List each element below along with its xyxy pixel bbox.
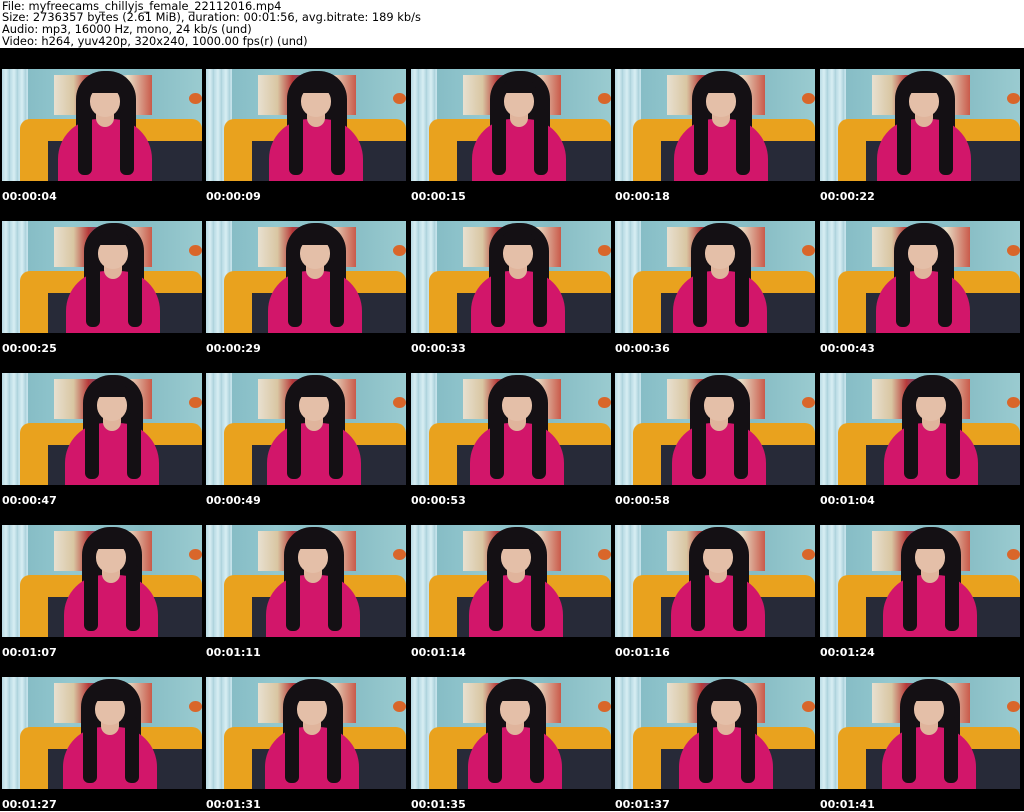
video-frame-thumbnail	[206, 221, 406, 333]
frame-timestamp: 00:01:35	[411, 798, 466, 811]
thumbnail-cell: 00:01:24	[818, 504, 1023, 659]
thumbnail-cell: 00:00:15	[409, 48, 614, 203]
video-frame-thumbnail	[411, 221, 611, 333]
video-frame-thumbnail	[2, 677, 202, 789]
thumbnail-cell: 00:00:49	[204, 352, 409, 507]
frame-timestamp: 00:01:41	[820, 798, 875, 811]
video-frame-thumbnail	[820, 221, 1020, 333]
thumbnail-cell: 00:00:36	[613, 200, 818, 355]
thumbnail-cell: 00:01:37	[613, 656, 818, 811]
thumbnail-cell: 00:01:04	[818, 352, 1023, 507]
thumbnail-cell: 00:01:41	[818, 656, 1023, 811]
video-frame-thumbnail	[820, 525, 1020, 637]
video-frame-thumbnail	[615, 525, 815, 637]
video-frame-thumbnail	[615, 221, 815, 333]
thumbnail-cell: 00:00:58	[613, 352, 818, 507]
video-frame-thumbnail	[206, 525, 406, 637]
video-frame-thumbnail	[206, 677, 406, 789]
video-frame-thumbnail	[820, 69, 1020, 181]
video-frame-thumbnail	[2, 525, 202, 637]
thumbnail-cell: 00:01:16	[613, 504, 818, 659]
video-frame-thumbnail	[411, 373, 611, 485]
video-frame-thumbnail	[615, 677, 815, 789]
video-frame-thumbnail	[411, 525, 611, 637]
thumbnail-cell: 00:00:29	[204, 200, 409, 355]
thumbnail-cell: 00:00:33	[409, 200, 614, 355]
video-frame-thumbnail	[2, 221, 202, 333]
frame-timestamp: 00:01:27	[2, 798, 57, 811]
video-frame-thumbnail	[2, 373, 202, 485]
thumbnail-cell: 00:01:14	[409, 504, 614, 659]
thumbnail-cell: 00:01:35	[409, 656, 614, 811]
thumbnail-cell: 00:00:25	[0, 200, 205, 355]
video-frame-thumbnail	[2, 69, 202, 181]
thumbnail-cell: 00:01:11	[204, 504, 409, 659]
metadata-header: File: myfreecams_chillyjs_female_2211201…	[0, 0, 1024, 48]
video-frame-thumbnail	[615, 373, 815, 485]
video-frame-thumbnail	[820, 373, 1020, 485]
frame-timestamp: 00:01:37	[615, 798, 670, 811]
thumbnail-cell: 00:01:27	[0, 656, 205, 811]
thumbnail-cell: 00:00:53	[409, 352, 614, 507]
thumbnail-cell: 00:00:47	[0, 352, 205, 507]
frame-timestamp: 00:01:31	[206, 798, 261, 811]
thumbnail-cell: 00:00:22	[818, 48, 1023, 203]
video-frame-thumbnail	[615, 69, 815, 181]
video-frame-thumbnail	[820, 677, 1020, 789]
video-frame-thumbnail	[411, 69, 611, 181]
video-frame-thumbnail	[411, 677, 611, 789]
thumbnail-cell: 00:01:31	[204, 656, 409, 811]
thumbnail-cell: 00:00:09	[204, 48, 409, 203]
thumbnail-cell: 00:00:04	[0, 48, 205, 203]
video-info-line: Video: h264, yuv420p, 320x240, 1000.00 f…	[2, 34, 308, 48]
video-frame-thumbnail	[206, 69, 406, 181]
thumbnail-cell: 00:00:18	[613, 48, 818, 203]
video-frame-thumbnail	[206, 373, 406, 485]
thumbnail-grid: 00:00:04 00:00:09 00:00:15 00:00:18 00:00:22…	[0, 48, 1024, 811]
thumbnail-cell: 00:01:07	[0, 504, 205, 659]
thumbnail-cell: 00:00:43	[818, 200, 1023, 355]
